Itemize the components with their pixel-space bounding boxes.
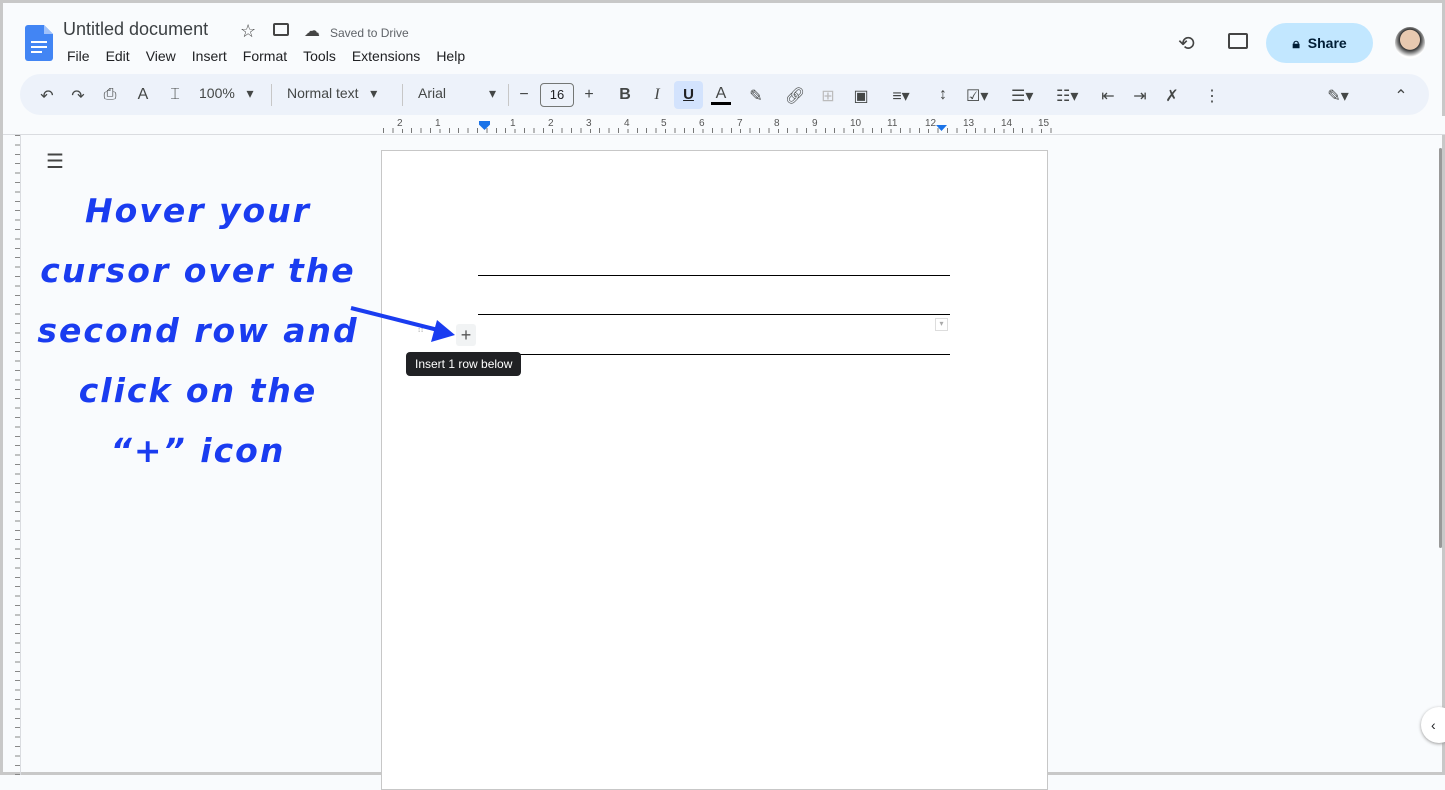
ruler-label: 14 [1001, 118, 1013, 129]
vertical-ruler[interactable] [3, 135, 21, 775]
ruler-label: 9 [812, 118, 818, 129]
comments-icon[interactable] [1228, 33, 1248, 49]
menu-bar: File Edit View Insert Format Tools Extensions H… [67, 48, 481, 64]
cloud-saved-icon[interactable]: ☁ [304, 21, 320, 41]
table-row-border [478, 354, 950, 355]
scrollbar[interactable] [1439, 148, 1442, 548]
italic-icon[interactable]: I [647, 86, 667, 104]
checklist-icon[interactable]: ☑▾ [966, 86, 988, 106]
decrease-font-icon[interactable]: − [514, 86, 534, 104]
ruler-label: 3 [586, 118, 592, 129]
menu-insert[interactable]: Insert [192, 48, 227, 64]
table-row-border [478, 314, 950, 315]
style-select[interactable]: Normal text ▾ [287, 85, 377, 102]
editing-mode-icon[interactable]: ✎▾ [1321, 86, 1355, 106]
menu-edit[interactable]: Edit [106, 48, 130, 64]
side-panel-toggle-icon[interactable]: ‹ [1421, 707, 1445, 743]
font-size-input[interactable]: 16 [540, 83, 574, 107]
ruler-label: 13 [963, 118, 975, 129]
cell-menu-icon[interactable]: ▾ [935, 318, 948, 331]
paint-format-icon[interactable]: ⌶ [165, 86, 185, 104]
more-icon[interactable]: ⋮ [1202, 86, 1222, 106]
increase-font-icon[interactable]: + [579, 86, 599, 104]
ruler-label: 5 [661, 118, 667, 129]
line-spacing-icon[interactable]: ↕ [933, 86, 953, 104]
ruler-label: 2 [548, 118, 554, 129]
ruler-label: 12 [925, 118, 937, 129]
share-button[interactable]: 🔒︎ Share [1266, 23, 1373, 63]
ruler-label: 1 [435, 118, 441, 129]
ruler-label: 6 [699, 118, 705, 129]
bold-icon[interactable]: B [615, 86, 635, 104]
share-label: Share [1307, 35, 1347, 51]
ruler-label: 1 [510, 118, 516, 129]
ruler-label: 15 [1038, 118, 1050, 129]
save-status: Saved to Drive [330, 26, 409, 40]
highlight-icon[interactable]: ✎ [746, 86, 766, 106]
avatar[interactable] [1395, 27, 1425, 59]
clear-formatting-icon[interactable]: ✗ [1162, 86, 1182, 106]
ruler-label: 4 [624, 118, 630, 129]
divider [402, 84, 403, 106]
outline-icon[interactable]: ☰ [46, 149, 64, 174]
version-history-icon[interactable]: ⟲ [1178, 31, 1195, 56]
link-icon[interactable]: 🔗︎ [785, 86, 805, 106]
star-icon[interactable]: ☆ [240, 21, 256, 42]
divider [508, 84, 509, 106]
tooltip: Insert 1 row below [406, 352, 522, 376]
ruler-label: 8 [774, 118, 780, 129]
document-title[interactable]: Untitled document [63, 19, 208, 40]
align-icon[interactable]: ≡▾ [891, 86, 911, 106]
menu-view[interactable]: View [146, 48, 176, 64]
table-row-border [478, 275, 950, 276]
menu-help[interactable]: Help [436, 48, 465, 64]
numbered-list-icon[interactable]: ☷▾ [1056, 86, 1078, 106]
print-icon[interactable]: ⎙ [100, 86, 120, 104]
ruler-label: 2 [397, 118, 403, 129]
ruler-label: 7 [737, 118, 743, 129]
comment-add-icon[interactable]: ⊞ [818, 86, 838, 106]
undo-icon[interactable]: ↶ [37, 86, 57, 106]
bullet-list-icon[interactable]: ☰▾ [1011, 86, 1033, 106]
menu-extensions[interactable]: Extensions [352, 48, 420, 64]
font-select[interactable]: Arial ▾ [418, 85, 496, 102]
annotation-text: Hover your cursor over the second row and c… [37, 191, 359, 470]
image-icon[interactable]: ▣ [851, 86, 871, 106]
docs-logo-icon[interactable] [25, 25, 53, 61]
lock-icon: 🔒︎ [1292, 34, 1300, 51]
ruler-label: 10 [850, 118, 862, 129]
spellcheck-icon[interactable]: A [133, 86, 153, 104]
divider [271, 84, 272, 106]
menu-format[interactable]: Format [243, 48, 287, 64]
decrease-indent-icon[interactable]: ⇤ [1098, 86, 1118, 106]
horizontal-ruler[interactable]: 2 1 1 2 3 4 5 6 7 8 9 10 11 12 13 14 15 [3, 116, 1445, 135]
menu-tools[interactable]: Tools [303, 48, 336, 64]
ruler-label: 11 [887, 118, 898, 129]
underline-icon[interactable]: U [674, 81, 703, 109]
move-folder-icon[interactable] [273, 23, 289, 36]
collapse-icon[interactable]: ⌃ [1391, 86, 1411, 106]
zoom-select[interactable]: 100% ▾ [199, 85, 254, 102]
menu-file[interactable]: File [67, 48, 90, 64]
redo-icon[interactable]: ↷ [68, 86, 88, 106]
document-page[interactable] [381, 150, 1048, 790]
increase-indent-icon[interactable]: ⇥ [1130, 86, 1150, 106]
text-color-icon[interactable]: A [711, 86, 731, 105]
